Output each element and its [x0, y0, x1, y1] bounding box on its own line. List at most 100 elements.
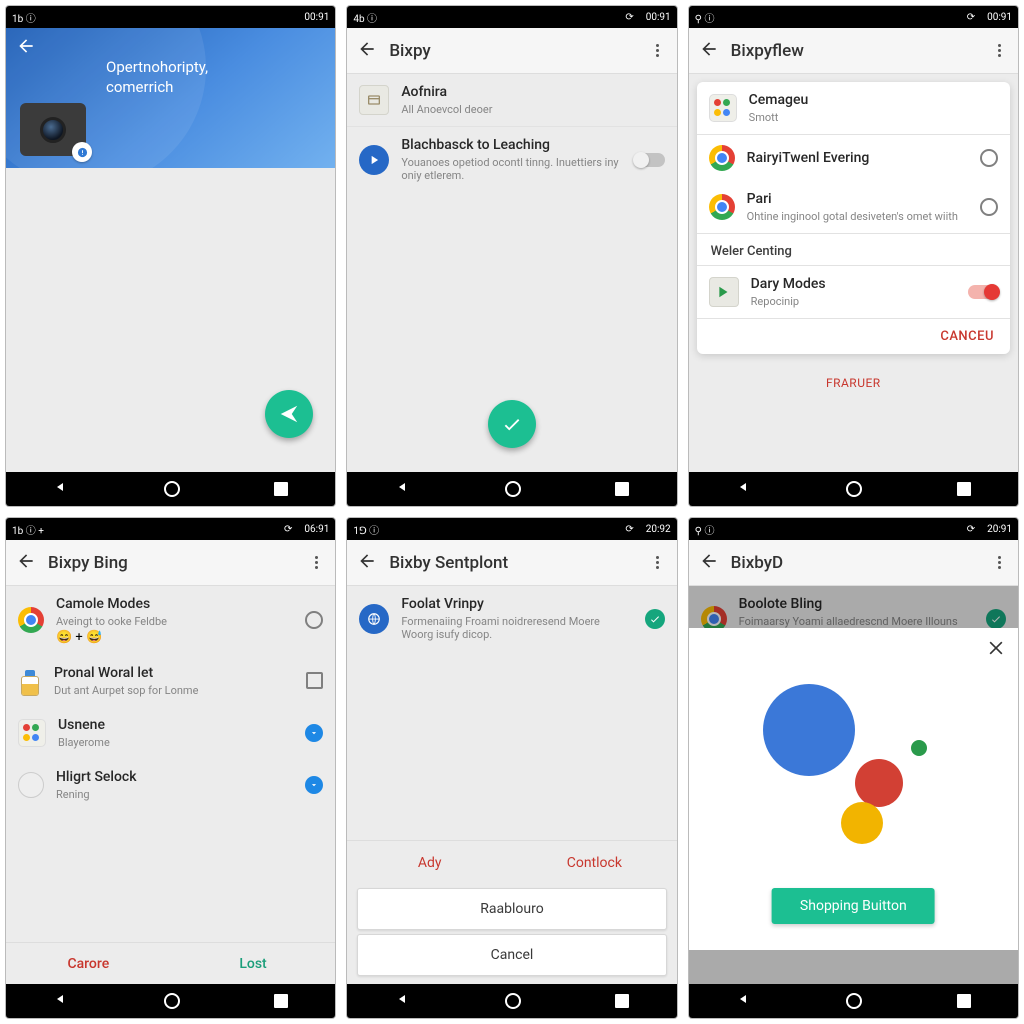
cancel-option[interactable]: Cancel [357, 934, 666, 976]
nav-home[interactable] [164, 481, 180, 497]
nav-bar [347, 472, 676, 506]
nav-home[interactable] [505, 993, 521, 1009]
row-title: Foolat Vrinpy [401, 596, 632, 613]
status-time: 00:91 [987, 12, 1012, 23]
row-pari[interactable]: Pari Ohtine inginool gotal desiveten's o… [697, 181, 1010, 233]
status-time: 20:91 [987, 524, 1012, 535]
fraruer-link[interactable]: FRARUER [689, 362, 1018, 404]
nav-home[interactable] [164, 993, 180, 1009]
back-button[interactable] [16, 551, 36, 575]
contlock-button[interactable]: Contlock [512, 841, 677, 884]
radio-button[interactable] [980, 198, 998, 216]
row-rairy[interactable]: RairyiTwenl Evering [697, 135, 1010, 181]
carore-button[interactable]: Carore [6, 943, 171, 984]
status-bar: 4b ⓘ ⟳ 00:91 [347, 6, 676, 28]
row-dary-modes[interactable]: Dary Modes Repocinip [697, 266, 1010, 318]
raablouro-option[interactable]: Raablouro [357, 888, 666, 930]
nav-recent[interactable] [274, 482, 288, 496]
nav-bar [6, 472, 335, 506]
settings-card: Cemageu Smott RairyiTwenl Evering Pari O… [697, 82, 1010, 354]
nav-back[interactable] [53, 991, 69, 1011]
overflow-menu[interactable] [649, 554, 667, 572]
page-title: BixbyD [731, 553, 978, 573]
fab-confirm-button[interactable] [488, 400, 536, 448]
nav-home[interactable] [846, 481, 862, 497]
back-button[interactable] [699, 39, 719, 63]
card-icon [359, 85, 389, 115]
bottom-actions: Carore Lost [6, 942, 335, 984]
screen-3: ⚲ ⓘ ⟳ 00:91 Bixpyflew Cemageu Smott [688, 5, 1019, 507]
back-button[interactable] [699, 551, 719, 575]
nav-back[interactable] [736, 991, 752, 1011]
chevron-toggle[interactable] [305, 776, 323, 794]
nav-back[interactable] [53, 479, 69, 499]
placeholder-icon [18, 772, 44, 798]
globe-icon [359, 604, 389, 634]
hero-line-1: Opertnohoripty, [106, 58, 208, 78]
camera-app-icon[interactable] [20, 103, 86, 156]
fab-send-button[interactable] [265, 390, 313, 438]
status-time: 06:91 [304, 524, 329, 535]
row-title: Usnene [58, 717, 293, 734]
nav-recent[interactable] [615, 482, 629, 496]
screen-6: ⚲ ⓘ ⟳ 20:91 BixbyD Boolote Bling Foimaar… [688, 517, 1019, 1019]
overflow-menu[interactable] [990, 42, 1008, 60]
back-button[interactable] [357, 551, 377, 575]
row-subtitle: Youanoes opetiod ocontl tinng. Inuettier… [401, 156, 622, 182]
app-bar: Bixpy [347, 28, 676, 74]
status-time: 00:91 [304, 12, 329, 23]
row-title: Hligrt Selock [56, 769, 293, 786]
refresh-icon: ⟳ [284, 524, 292, 535]
row-camole-modes[interactable]: Camole Modes Aveingt to ooke Feldbe 😄 + … [6, 586, 335, 655]
nav-back[interactable] [736, 479, 752, 499]
radio-button[interactable] [305, 611, 323, 629]
row-title: Aofnira [401, 84, 664, 101]
content: Foolat Vrinpy Formenaiing Froami noidrer… [347, 586, 676, 984]
overflow-menu[interactable] [649, 42, 667, 60]
shopping-button[interactable]: Shopping Buitton [772, 888, 935, 924]
radio-button[interactable] [980, 149, 998, 167]
nav-recent[interactable] [957, 994, 971, 1008]
screen-1: 1b ⓘ 00:91 Opertnohoripty, comerrich [5, 5, 336, 507]
nav-home[interactable] [846, 993, 862, 1009]
cancel-button[interactable]: CANCEU [697, 319, 1010, 354]
assistant-sheet: Shopping Buitton [689, 628, 1018, 950]
emoji-row: 😄 + 😅 [56, 630, 293, 645]
back-button[interactable] [357, 39, 377, 63]
lost-button[interactable]: Lost [171, 943, 336, 984]
bottle-icon [18, 666, 42, 696]
chevron-toggle[interactable] [305, 724, 323, 742]
row-blachbasck[interactable]: Blachbasck to Leaching Youanoes opetiod … [347, 127, 676, 192]
toggle-switch[interactable] [968, 285, 998, 299]
row-pronal[interactable]: Pronal Woral let Dut ant Aurpet sop for … [6, 655, 335, 707]
nav-home[interactable] [505, 481, 521, 497]
nav-recent[interactable] [274, 994, 288, 1008]
nav-recent[interactable] [615, 994, 629, 1008]
refresh-icon: ⟳ [625, 12, 633, 23]
checkbox[interactable] [306, 672, 323, 689]
screen-5: 1⅁ ⓘ ⟳ 20:92 Bixby Sentplont Foolat Vrin… [346, 517, 677, 1019]
row-hligrt[interactable]: Hligrt Selock Rening [6, 759, 335, 811]
nav-back[interactable] [395, 991, 411, 1011]
bottom-actions: Ady Contlock [347, 840, 676, 884]
toggle-switch[interactable] [635, 153, 665, 167]
back-button[interactable] [16, 36, 36, 60]
row-foolat[interactable]: Foolat Vrinpy Formenaiing Froami noidrer… [347, 586, 676, 651]
row-usnene[interactable]: Usnene Blayerome [6, 707, 335, 759]
overflow-menu[interactable] [990, 554, 1008, 572]
ady-button[interactable]: Ady [347, 841, 512, 884]
row-title: Blachbasck to Leaching [401, 137, 622, 154]
close-button[interactable] [986, 638, 1006, 658]
row-title: Camole Modes [56, 596, 293, 613]
nav-back[interactable] [395, 479, 411, 499]
overflow-menu[interactable] [307, 554, 325, 572]
row-aofnira[interactable]: Aofnira All Anoevcol deoer [347, 74, 676, 126]
row-subtitle: Aveingt to ooke Feldbe [56, 615, 293, 628]
refresh-icon: ⟳ [625, 524, 633, 535]
nav-recent[interactable] [957, 482, 971, 496]
hero-line-2: comerrich [106, 78, 208, 98]
chrome-icon [709, 194, 735, 220]
screen-2: 4b ⓘ ⟳ 00:91 Bixpy Aofnira All Anoevcol … [346, 5, 677, 507]
row-cemageu[interactable]: Cemageu Smott [697, 82, 1010, 134]
content: Aofnira All Anoevcol deoer Blachbasck to… [347, 74, 676, 472]
